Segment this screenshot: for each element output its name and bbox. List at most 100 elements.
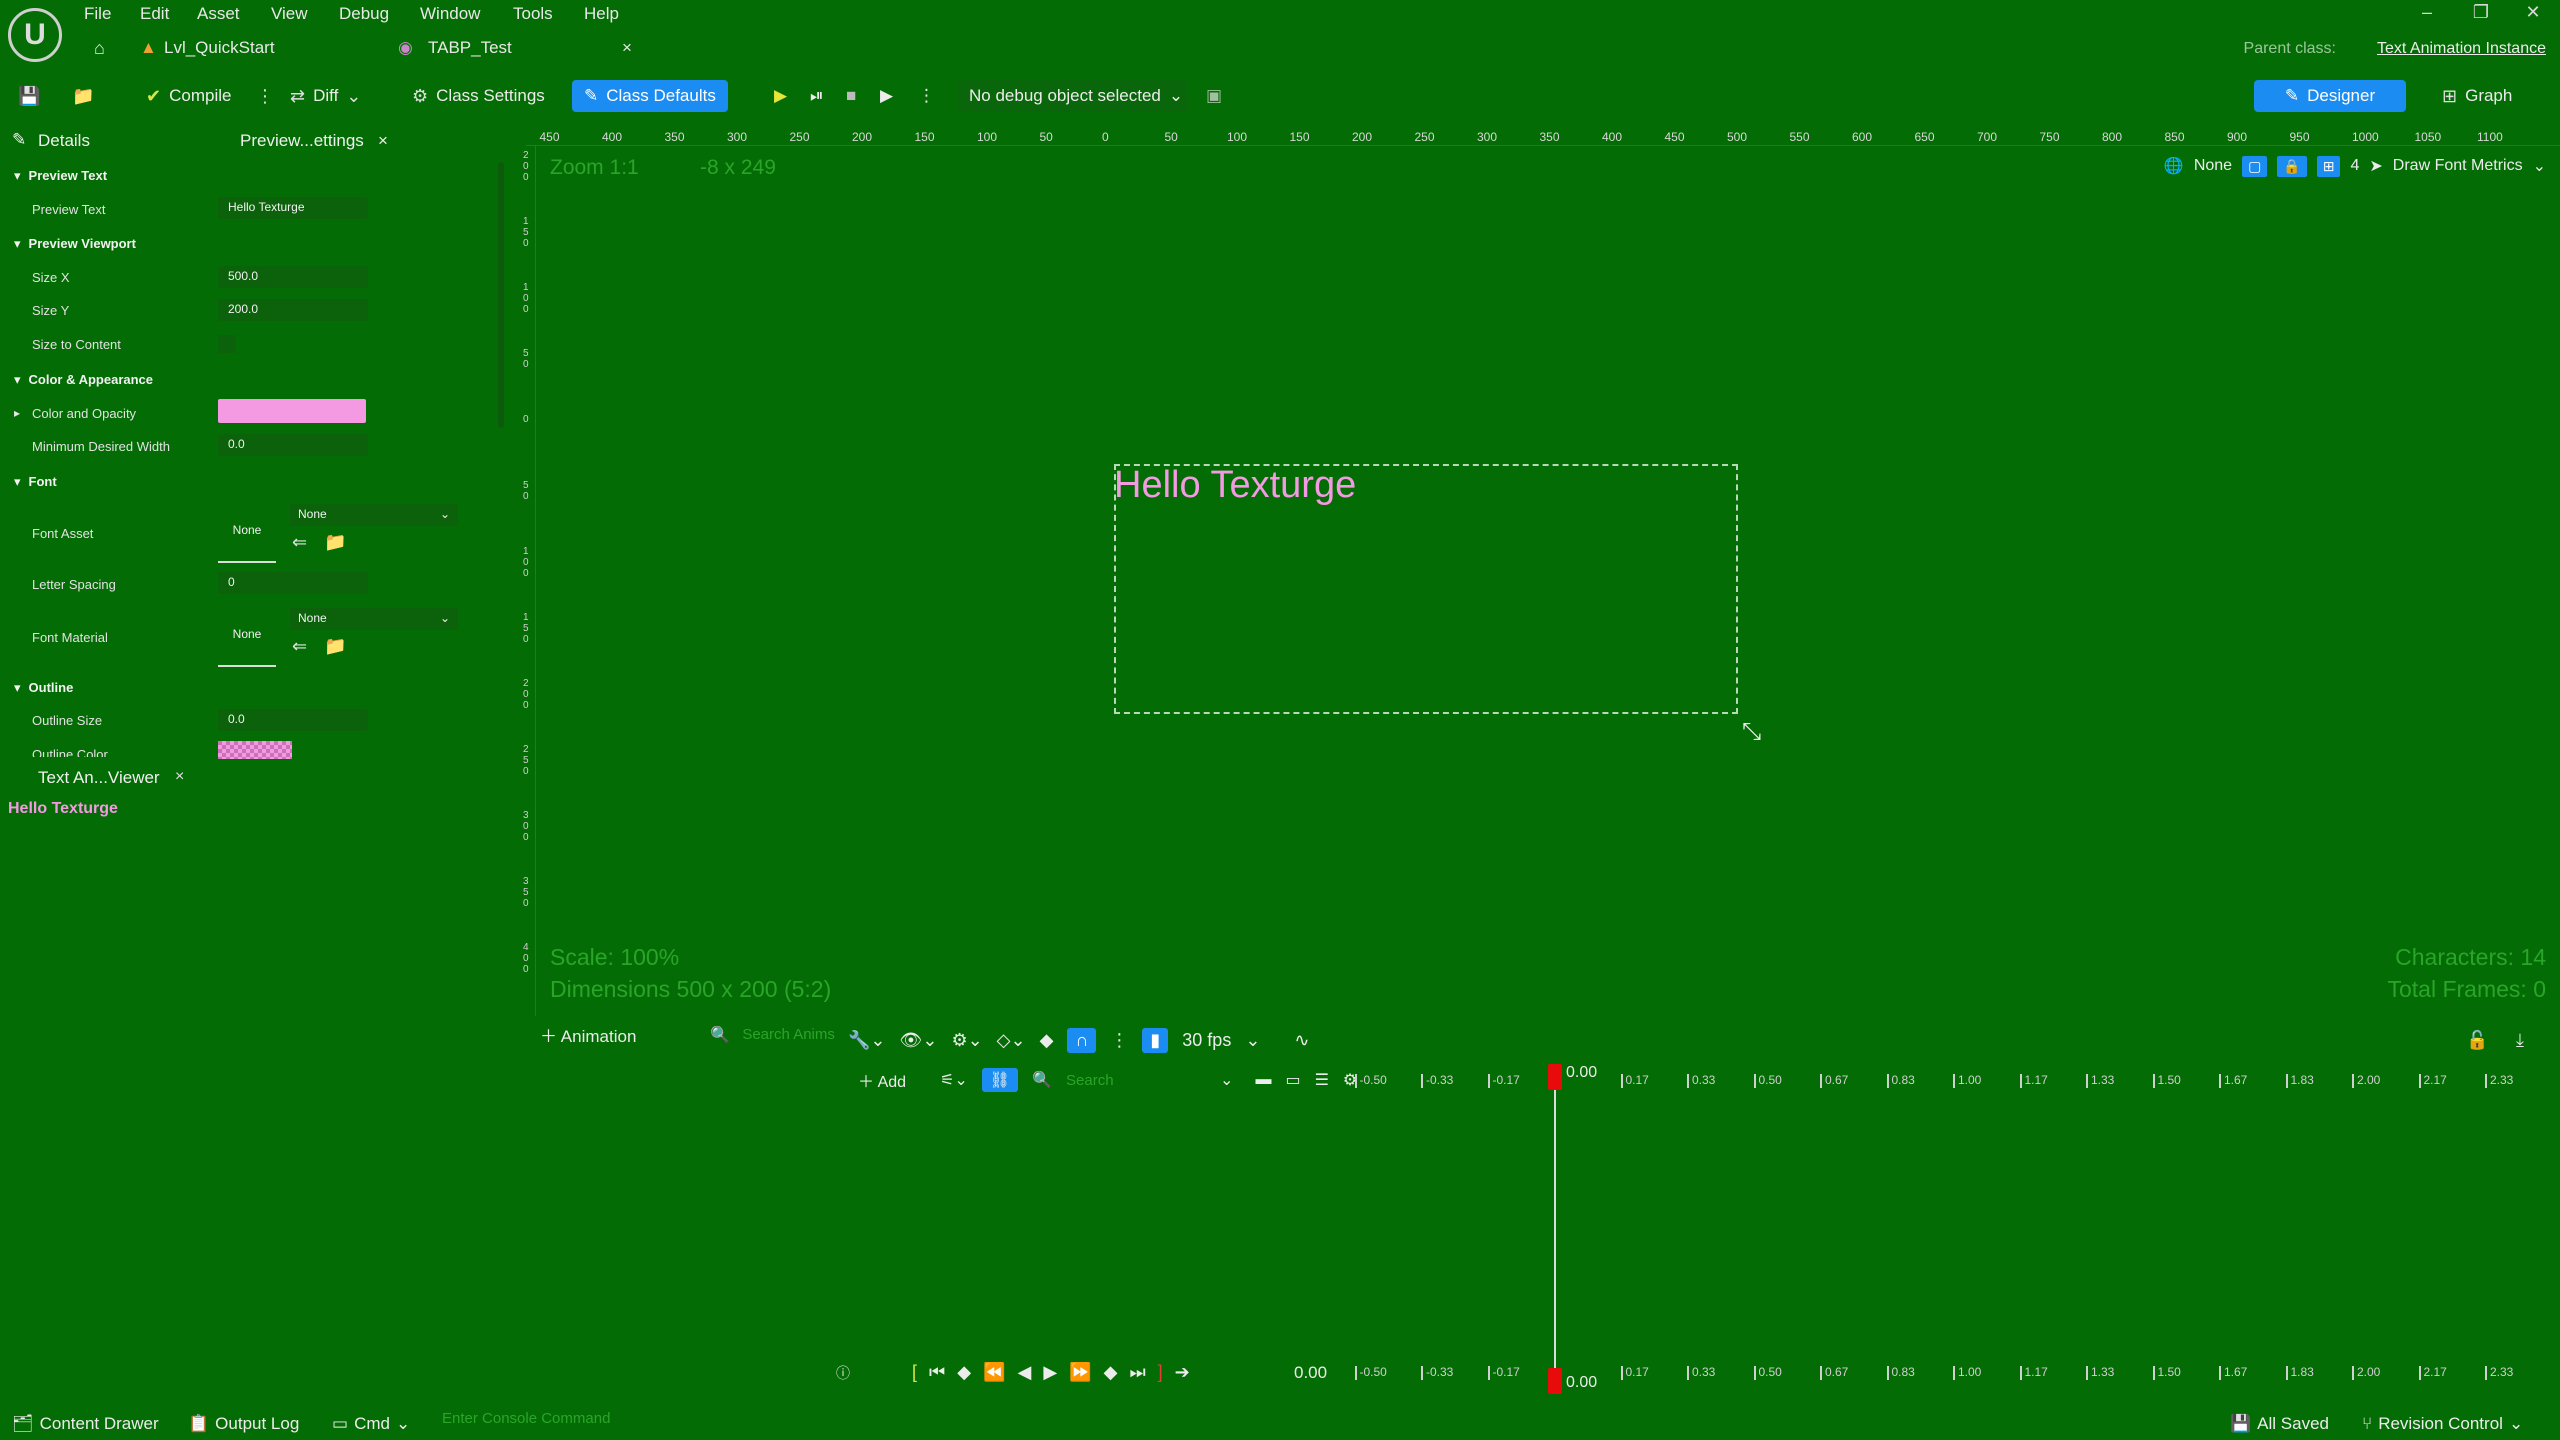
range-end-icon[interactable]: ] — [1158, 1362, 1163, 1383]
browse-icon[interactable]: 📁 — [72, 80, 94, 112]
expand-icon[interactable]: ▭ — [1285, 1070, 1300, 1090]
minimize-button[interactable]: – — [2412, 2, 2442, 23]
graph-button[interactable]: ⊞ Graph — [2442, 80, 2512, 112]
collapse-icon[interactable]: ▬ — [1255, 1071, 1271, 1089]
use-selected-icon[interactable]: ⇐ — [292, 532, 307, 553]
current-time-field[interactable]: 0.00 — [1294, 1363, 1327, 1383]
eye-icon[interactable]: 👁⌄ — [900, 1030, 938, 1051]
next-key-icon[interactable]: ◆ — [1104, 1362, 1118, 1383]
tab-level[interactable]: Lvl_QuickStart — [164, 38, 275, 58]
fps-dropdown[interactable]: 30 fps — [1182, 1030, 1231, 1051]
browse-folder-icon[interactable]: 📁 — [324, 636, 346, 657]
content-drawer-button[interactable]: 🗂 Content Drawer — [12, 1414, 159, 1434]
console-command-input[interactable]: Enter Console Command — [436, 1406, 806, 1432]
add-animation-button[interactable]: ＋ Animation — [540, 1022, 636, 1047]
use-selected-icon[interactable]: ⇐ — [292, 636, 307, 657]
simulate-icon[interactable]: ▶ — [880, 80, 893, 112]
menu-help[interactable]: Help — [584, 4, 619, 24]
debug-object-dropdown[interactable]: No debug object selected ⌄ — [957, 80, 1187, 112]
menu-tools[interactable]: Tools — [513, 4, 553, 24]
outline-size-field[interactable]: 0.0 — [218, 709, 368, 731]
range-start-icon[interactable]: [ — [912, 1362, 917, 1383]
font-material-thumbnail[interactable]: None — [218, 609, 276, 667]
play-icon[interactable]: ▶ — [774, 80, 787, 112]
class-defaults-button[interactable]: ✎ Class Defaults — [572, 80, 728, 112]
all-saved-indicator[interactable]: 💾 All Saved — [2230, 1414, 2329, 1434]
parent-class-link[interactable]: Text Animation Instance — [2377, 40, 2546, 58]
globe-icon[interactable]: 🌐 — [2164, 156, 2184, 176]
close-icon[interactable]: × — [175, 768, 184, 786]
play-forward-icon[interactable]: ▶ — [1043, 1362, 1057, 1383]
next-frame-icon[interactable]: ⏩ — [1069, 1362, 1091, 1383]
info-icon[interactable]: ⓘ — [836, 1363, 850, 1383]
tab-close-button[interactable]: × — [622, 38, 632, 58]
grid-count[interactable]: 4 — [2350, 157, 2359, 175]
tab-blueprint[interactable]: TABP_Test — [428, 38, 512, 58]
lock-icon[interactable]: 🔒 — [2277, 155, 2307, 177]
font-material-combo[interactable]: None ⌄ — [290, 608, 458, 630]
compile-button[interactable]: ✔ Compile — [146, 80, 231, 112]
jump-to-end-icon[interactable]: ⏭ — [1129, 1362, 1145, 1383]
compile-options-icon[interactable]: ⋮ — [256, 80, 274, 112]
filter-icon[interactable]: ⚟⌄ — [940, 1070, 968, 1090]
preview-text-field[interactable]: Hello Texturge — [218, 197, 368, 219]
home-icon[interactable]: ⌂ — [94, 38, 105, 59]
menu-view[interactable]: View — [271, 4, 308, 24]
section-preview-viewport[interactable]: ▾ Preview Viewport — [14, 236, 136, 252]
menu-window[interactable]: Window — [420, 4, 480, 24]
jump-to-start-icon[interactable]: ⏮ — [929, 1362, 945, 1383]
close-icon[interactable]: × — [378, 131, 388, 151]
browse-folder-icon[interactable]: 📁 — [324, 532, 346, 553]
menu-file[interactable]: File — [84, 4, 111, 24]
playhead-marker-bottom[interactable] — [1548, 1368, 1562, 1394]
keyframe-icon[interactable]: ◇⌄ — [997, 1030, 1026, 1051]
menu-debug[interactable]: Debug — [339, 4, 389, 24]
play-options-icon[interactable]: ⋮ — [918, 80, 935, 112]
resize-handle-icon[interactable]: ⤡ — [1742, 718, 1761, 746]
preview-settings-tab[interactable]: Preview...ettings — [240, 131, 364, 151]
font-asset-thumbnail[interactable]: None — [218, 505, 276, 563]
chevron-right-icon[interactable]: ▸ — [14, 406, 20, 420]
diff-button[interactable]: ⇄ Diff ⌄ — [290, 80, 361, 112]
designer-button[interactable]: ✎ Designer — [2254, 80, 2406, 112]
revision-control-button[interactable]: ⑂ Revision Control ⌄ — [2362, 1414, 2523, 1434]
details-tab[interactable]: Details — [38, 131, 90, 151]
locale-label[interactable]: None — [2194, 157, 2232, 175]
section-font[interactable]: ▾ Font — [14, 474, 57, 490]
wrench-icon[interactable]: 🔧⌄ — [848, 1030, 886, 1051]
timeline-ruler-top[interactable]: -0.50 -0.33 -0.17 0.17 0.33 0.50 0.67 0.83 1.00 1… — [1352, 1068, 2552, 1096]
prev-key-icon[interactable]: ◆ — [957, 1362, 971, 1383]
link-icon[interactable]: ⛓ — [981, 1068, 1019, 1092]
close-window-button[interactable]: ✕ — [2518, 2, 2548, 23]
min-desired-width-field[interactable]: 0.0 — [218, 434, 368, 456]
section-outline[interactable]: ▾ Outline — [14, 680, 73, 696]
debug-browse-icon[interactable]: ▣ — [1206, 80, 1222, 112]
playhead-marker[interactable] — [1548, 1064, 1562, 1090]
lock-icon[interactable]: 🔓 — [2466, 1030, 2488, 1051]
output-log-button[interactable]: 📋 Output Log — [188, 1414, 299, 1434]
grid-icon[interactable]: ⊞ — [2316, 155, 2341, 177]
size-y-field[interactable]: 200.0 — [218, 299, 368, 321]
curve-editor-icon[interactable]: ∿ — [1294, 1030, 1309, 1051]
step-icon[interactable]: ⏯ — [810, 80, 824, 112]
font-asset-combo[interactable]: None ⌄ — [290, 504, 458, 526]
menu-edit[interactable]: Edit — [140, 4, 169, 24]
color-opacity-swatch[interactable] — [218, 399, 366, 423]
playhead-line[interactable] — [1554, 1070, 1556, 1380]
snap-frames-icon[interactable]: ▮ — [1142, 1027, 1169, 1053]
loop-icon[interactable]: ➔ — [1175, 1362, 1190, 1383]
search-tracks-input[interactable]: Search — [1066, 1072, 1206, 1089]
details-scrollbar[interactable] — [498, 162, 504, 428]
menu-asset[interactable]: Asset — [197, 4, 240, 24]
letter-spacing-field[interactable]: 0 — [218, 572, 368, 594]
auto-key-icon[interactable]: ◆ — [1040, 1030, 1054, 1051]
cmd-dropdown[interactable]: ▭ Cmd ⌄ — [332, 1414, 410, 1434]
restore-button[interactable]: ❐ — [2466, 2, 2496, 23]
outline-color-swatch[interactable] — [218, 741, 292, 759]
section-color-appearance[interactable]: ▾ Color & Appearance — [14, 372, 153, 388]
size-to-content-checkbox[interactable] — [218, 335, 236, 353]
more-icon[interactable]: ⋮ — [1110, 1030, 1128, 1051]
save-icon[interactable]: 💾 — [18, 80, 40, 112]
size-x-field[interactable]: 500.0 — [218, 266, 368, 288]
snap-magnet-icon[interactable]: ∩ — [1067, 1027, 1097, 1053]
